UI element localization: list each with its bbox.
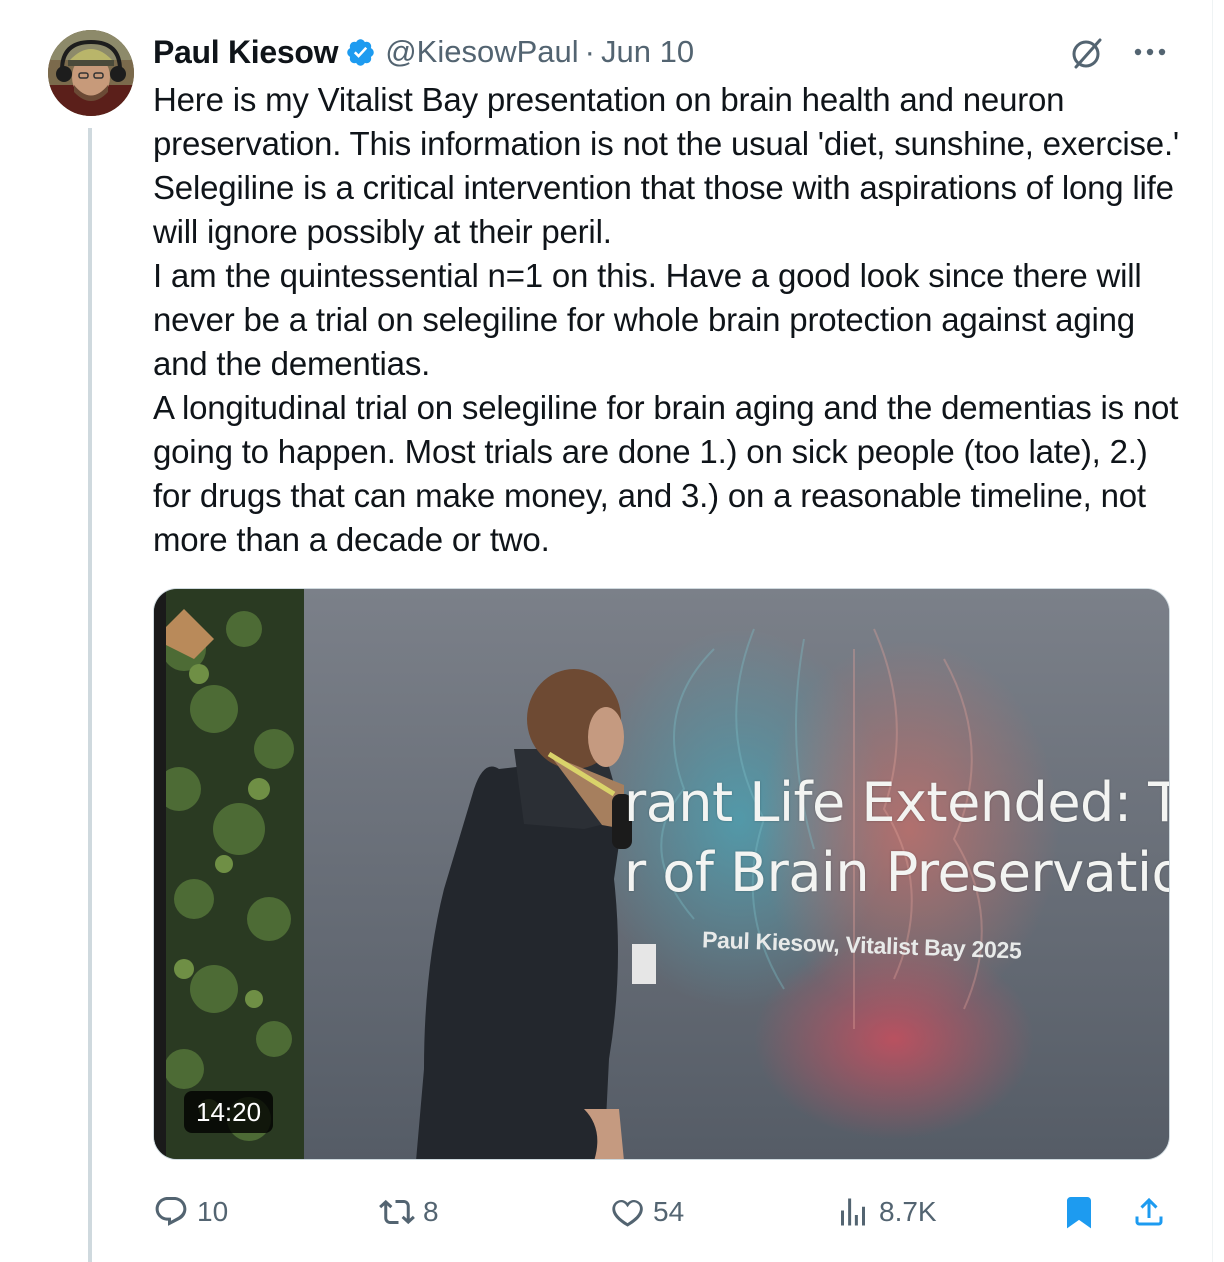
tweet-header: Paul Kiesow @KiesowPaul · Jun 10 (153, 30, 694, 74)
video-player[interactable]: rant Life Extended: The r of Brain Prese… (153, 588, 1170, 1160)
column-border (1212, 0, 1213, 1262)
reply-button[interactable]: 10 (153, 1188, 228, 1236)
video-duration-badge: 14:20 (184, 1091, 274, 1133)
like-button[interactable]: 54 (609, 1188, 684, 1236)
tweet-page: Paul Kiesow @KiesowPaul · Jun 10 Here is… (0, 0, 1224, 1262)
repost-button[interactable]: 8 (379, 1188, 439, 1236)
views-button[interactable]: 8.7K (835, 1188, 937, 1236)
views-count: 8.7K (879, 1196, 937, 1227)
thread-connector-line (88, 128, 92, 1262)
author-handle[interactable]: @KiesowPaul (385, 34, 578, 70)
avatar-image (48, 30, 134, 116)
author-avatar[interactable] (48, 30, 134, 116)
bookmark-icon (1067, 1197, 1091, 1229)
like-count: 54 (653, 1196, 685, 1227)
tweet-date[interactable]: Jun 10 (601, 34, 694, 70)
views-icon (841, 1198, 865, 1226)
header-separator: · (584, 34, 595, 69)
author-name[interactable]: Paul Kiesow (153, 34, 339, 71)
reply-count: 10 (197, 1196, 229, 1227)
verified-badge-icon[interactable] (345, 37, 376, 68)
reply-icon (155, 1197, 187, 1226)
grok-icon[interactable] (1068, 34, 1106, 72)
slide-title-line-1: rant Life Extended: The (624, 771, 1169, 834)
more-icon[interactable] (1132, 42, 1168, 62)
share-button[interactable] (1131, 1188, 1167, 1236)
tweet-paragraph: I am the quintessential n=1 on this. Hav… (153, 257, 1142, 382)
share-icon (1135, 1197, 1163, 1226)
tweet-paragraph: A longitudinal trial on selegiline for b… (153, 389, 1179, 558)
slide-title-line-2: r of Brain Preservation (624, 841, 1170, 904)
tweet-paragraph: Here is my Vitalist Bay presentation on … (153, 81, 1180, 250)
tweet-text: Here is my Vitalist Bay presentation on … (153, 78, 1183, 562)
repost-icon (379, 1199, 415, 1225)
bookmark-button[interactable] (1061, 1188, 1097, 1236)
repost-count: 8 (423, 1196, 439, 1227)
tweet-action-bar: 10 8 54 8.7K (153, 1188, 1173, 1236)
like-icon (612, 1199, 643, 1227)
